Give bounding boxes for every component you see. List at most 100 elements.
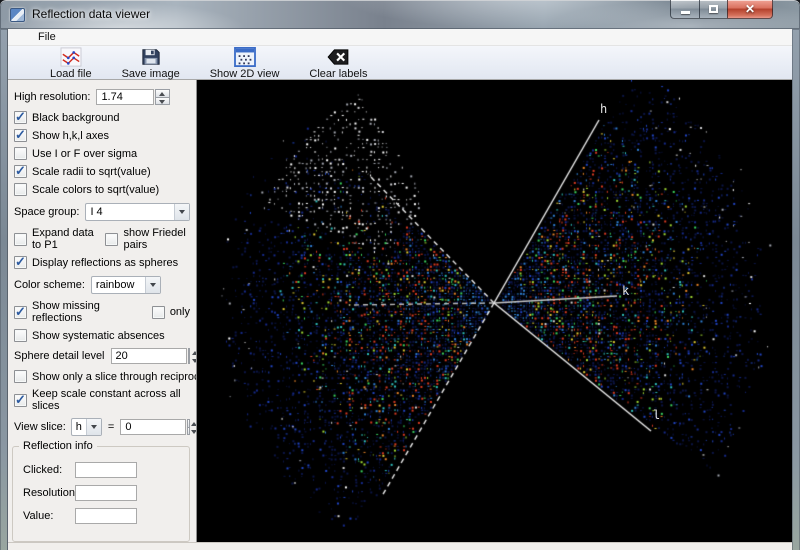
checkbox-box [14,165,27,178]
show-2d-view-button[interactable]: Show 2D view [202,46,288,80]
checkbox-box [14,370,27,383]
view-slice-label: View slice: [14,421,66,433]
toolbar-button-label: Clear labels [309,68,367,80]
view-slice-axis-select[interactable]: h [71,418,102,436]
axis-label-l: l [653,408,660,422]
close-icon: ✕ [745,3,755,15]
window-border-right [792,29,800,550]
equals-sign: = [108,421,114,433]
checkbox-box [14,329,27,342]
checkbox-label: Show systematic absences [32,330,165,342]
chevron-down-icon [86,419,101,435]
checkbox-box [14,306,27,319]
reflection-scatter-canvas[interactable] [197,80,791,527]
checkbox-box-only[interactable] [152,306,165,319]
checkbox-slice-only[interactable]: Show only a slice through reciprocal spa… [14,370,190,383]
menu-bar: File [8,29,792,46]
reflection-info-title: Reflection info [19,440,97,452]
load-file-button[interactable]: Load file [42,46,100,80]
checkbox-keep-scale[interactable]: Keep scale constant across all slices [14,388,190,412]
view-slice-spinner[interactable] [187,419,190,435]
checkbox-label: Show only a slice through reciprocal spa… [32,371,197,383]
checkbox-box [14,147,27,160]
toolbar-button-label: Load file [50,68,92,80]
checkbox-display-spheres[interactable]: Display reflections as spheres [14,256,190,269]
checkbox-label: Expand data to P1 [32,227,99,251]
high-resolution-spinner[interactable] [155,89,170,105]
value-input[interactable] [75,508,137,524]
color-scheme-value: rainbow [92,279,145,291]
checkbox-use-i-or-f-over-sigma[interactable]: Use I or F over sigma [14,147,190,160]
checkbox-scale-radii[interactable]: Scale radii to sqrt(value) [14,165,190,178]
clicked-label: Clicked: [23,464,75,476]
resolution-row: Resolution: [23,485,183,501]
view-slice-input[interactable] [120,419,186,435]
status-bar [8,542,792,550]
color-scheme-label: Color scheme: [14,279,85,291]
value-row: Value: [23,508,183,524]
toolbar: Load file Save image [8,46,792,80]
checkbox-label: Scale colors to sqrt(value) [32,184,159,196]
menu-file[interactable]: File [32,30,62,44]
close-button[interactable]: ✕ [727,0,773,19]
clicked-input[interactable] [75,462,137,478]
checkbox-label: Keep scale constant across all slices [32,388,190,412]
sphere-detail-input[interactable] [111,348,187,364]
app-icon [10,8,25,22]
chevron-down-icon [145,277,160,293]
view-slice-axis-value: h [72,421,86,433]
checkbox-box [14,183,27,196]
high-resolution-input[interactable] [96,89,154,105]
checkbox-label: Scale radii to sqrt(value) [32,166,151,178]
checkbox-label: only [170,306,190,318]
resolution-label: Resolution: [23,487,75,499]
toolbar-button-label: Show 2D view [210,68,280,80]
title-bar[interactable]: Reflection data viewer ✕ [0,0,800,29]
sphere-detail-label: Sphere detail level [14,350,105,362]
settings-panel: High resolution: Black background Show h… [8,80,197,542]
clear-labels-icon [327,47,349,67]
checkbox-scale-colors[interactable]: Scale colors to sqrt(value) [14,183,190,196]
toolbar-button-label: Save image [122,68,180,80]
checkbox-label: Black background [32,112,119,124]
reflection-info-group: Reflection info Clicked: Resolution: Val… [12,446,190,542]
minimize-button[interactable] [670,0,699,19]
high-resolution-label: High resolution: [14,91,90,103]
save-image-button[interactable]: Save image [114,46,188,80]
checkbox-black-background[interactable]: Black background [14,111,190,124]
checkbox-label: Show h,k,l axes [32,130,109,142]
app-window: Reflection data viewer ✕ File [0,0,800,550]
load-file-icon [60,47,82,67]
clear-labels-button[interactable]: Clear labels [301,46,375,80]
resolution-input[interactable] [75,485,137,501]
checkbox-box-friedel[interactable] [105,233,118,246]
color-scheme-select[interactable]: rainbow [91,276,161,294]
axis-label-h: h [600,102,607,116]
checkbox-box [14,111,27,124]
reflection-3d-view[interactable]: h k l [197,80,792,542]
minimize-icon [681,11,690,14]
checkbox-box [14,394,27,407]
chevron-down-icon [174,204,189,220]
checkbox-show-hkl-axes[interactable]: Show h,k,l axes [14,129,190,142]
checkbox-label: show Friedel pairs [123,227,190,251]
show-2d-view-icon [234,47,256,67]
value-label: Value: [23,510,75,522]
window-title: Reflection data viewer [32,7,150,21]
window-border-left [0,29,8,550]
maximize-icon [709,5,718,13]
space-group-value: I 4 [86,206,174,218]
checkbox-label: Show missing reflections [32,300,144,324]
checkbox-expand-p1[interactable]: Expand data to P1 show Friedel pairs [14,227,190,251]
checkbox-systematic-absences[interactable]: Show systematic absences [14,329,190,342]
space-group-select[interactable]: I 4 [85,203,190,221]
maximize-button[interactable] [699,0,727,19]
checkbox-label: Use I or F over sigma [32,148,137,160]
save-image-icon [140,47,162,67]
checkbox-box [14,129,27,142]
checkbox-box [14,233,27,246]
axis-label-k: k [622,284,629,298]
sphere-detail-spinner[interactable] [188,348,190,364]
checkbox-show-missing[interactable]: Show missing reflections only [14,300,190,324]
space-group-label: Space group: [14,206,79,218]
